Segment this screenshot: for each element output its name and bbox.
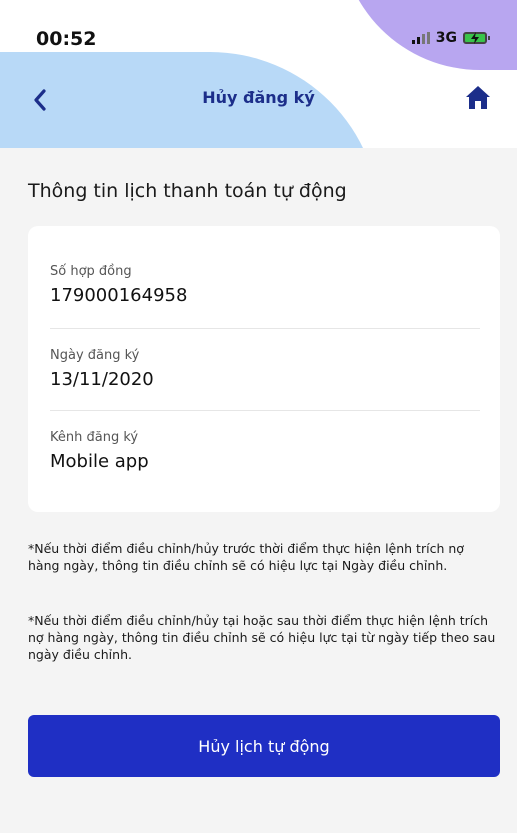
status-time: 00:52 [36,28,97,50]
note-1: *Nếu thời điểm điều chỉnh/hủy trước thời… [28,541,464,573]
battery-charging-icon [463,32,490,44]
field-value: 13/11/2020 [50,369,154,390]
section-title: Thông tin lịch thanh toán tự động [28,180,347,202]
info-card: Số hợp đồng 179000164958 Ngày đăng ký 13… [28,226,500,512]
registration-channel-field: Kênh đăng ký Mobile app [50,430,480,472]
network-type: 3G [435,30,457,46]
home-button[interactable] [465,84,491,110]
field-value: Mobile app [50,451,149,472]
signal-icon [411,32,430,44]
page-title: Hủy đăng ký [202,88,315,107]
field-value: 179000164958 [50,285,188,306]
divider [50,410,480,411]
home-icon [466,86,490,109]
field-label: Kênh đăng ký [50,430,139,445]
screen: 00:52 3G Hủy đăng ký Thông tin lịch than… [0,0,517,833]
status-indicators: 3G [411,30,490,46]
field-label: Số hợp đồng [50,264,132,279]
note-2: *Nếu thời điểm điều chỉnh/hủy tại hoặc s… [28,613,496,662]
field-label: Ngày đăng ký [50,348,140,363]
cancel-auto-schedule-button[interactable]: Hủy lịch tự động [28,715,500,777]
contract-number-field: Số hợp đồng 179000164958 [50,264,480,306]
divider [50,328,480,329]
registration-date-field: Ngày đăng ký 13/11/2020 [50,348,480,390]
